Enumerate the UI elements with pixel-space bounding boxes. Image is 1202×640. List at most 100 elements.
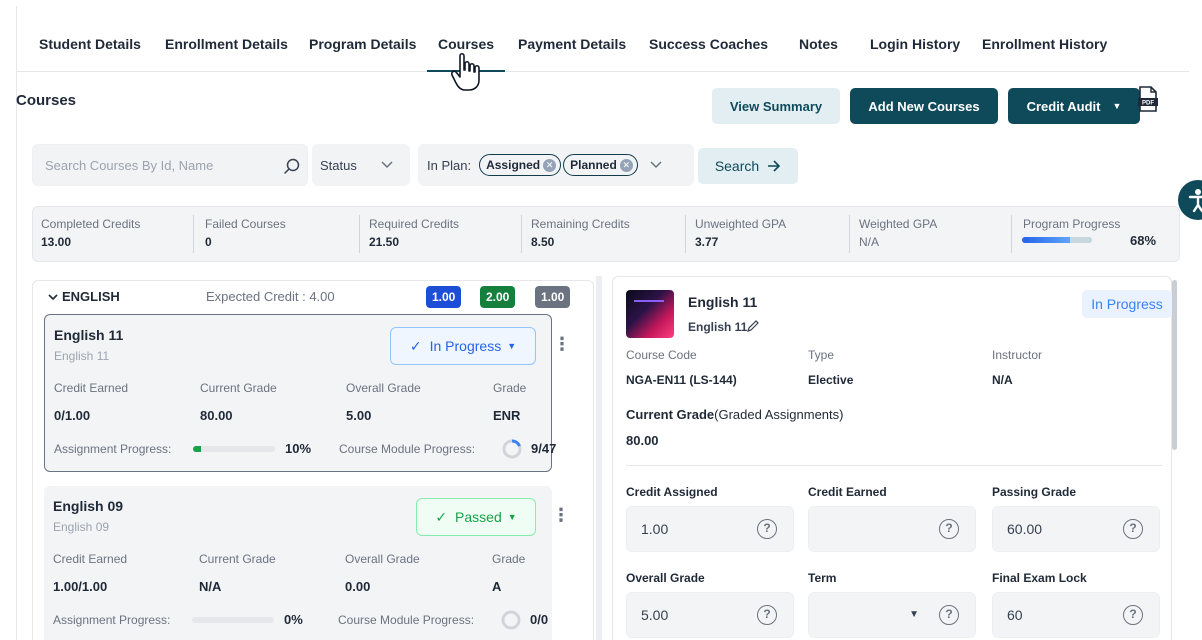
credit-earned-value: 1.00/1.00: [53, 579, 108, 594]
accessibility-button[interactable]: [1178, 180, 1202, 220]
course-subtitle: English 11: [54, 349, 110, 363]
chip-assigned[interactable]: Assigned ✕: [479, 154, 562, 176]
module-progress-label: Course Module Progress:: [339, 442, 476, 456]
add-new-courses-button[interactable]: Add New Courses: [850, 88, 998, 124]
tab-payment-details[interactable]: Payment Details: [518, 36, 626, 52]
final-exam-lock-field[interactable]: 60 ?: [992, 592, 1160, 638]
assignment-progress-value: 10%: [285, 441, 312, 456]
passing-grade-field[interactable]: 60.00 ?: [992, 506, 1160, 552]
status-label: Passed: [455, 509, 502, 525]
accessibility-icon: [1188, 189, 1202, 213]
tab-bar: Student Details Enrollment Details Progr…: [17, 6, 1189, 72]
stat-value: 21.50: [369, 235, 400, 249]
credit-earned-label: Credit Earned: [54, 381, 129, 395]
term-select[interactable]: ▼ ?: [808, 592, 976, 638]
assignment-progress-bar: [192, 617, 274, 623]
stat-weighted-gpa: Weighted GPA N/A: [859, 217, 937, 249]
overall-grade-value: 5.00: [346, 408, 372, 423]
stat-label: Remaining Credits: [531, 217, 630, 231]
stat-value: N/A: [859, 235, 880, 249]
assignment-progress-label: Assignment Progress:: [54, 442, 172, 456]
credit-earned-field[interactable]: ?: [808, 506, 976, 552]
tab-program-details[interactable]: Program Details: [309, 36, 416, 52]
status-dropdown-passed[interactable]: ✓ Passed ▼: [416, 498, 536, 536]
program-progress-fill: [1022, 237, 1070, 243]
assignment-progress-fill: [193, 446, 202, 452]
help-icon[interactable]: ?: [1123, 605, 1143, 625]
tab-courses[interactable]: Courses: [438, 36, 494, 52]
detail-status-badge: In Progress: [1082, 290, 1172, 318]
overall-grade-value: 5.00: [641, 607, 669, 623]
divider: [359, 215, 360, 253]
current-grade-value: 80.00: [626, 433, 659, 448]
credit-audit-label: Credit Audit: [1026, 98, 1101, 114]
check-icon: ✓: [435, 508, 448, 525]
chevron-down-icon: [381, 161, 393, 169]
assignment-progress-value: 0%: [284, 612, 303, 627]
passing-grade-value: 60.00: [1007, 521, 1043, 537]
close-icon[interactable]: ✕: [543, 158, 557, 172]
course-card[interactable]: English 11 English 11 ✓ In Progress ▼ ⋮ …: [44, 314, 571, 472]
help-icon[interactable]: ?: [1123, 519, 1143, 539]
overall-grade-field[interactable]: 5.00 ?: [626, 592, 794, 638]
divider: [1011, 215, 1012, 253]
course-subtitle: English 09: [53, 520, 110, 534]
current-grade-heading-note: (Graded Assignments): [714, 407, 844, 422]
course-card[interactable]: English 09 English 09 ✓ Passed ▼ ⋮ Credi…: [44, 486, 570, 640]
group-toggle[interactable]: ENGLISH: [48, 289, 120, 304]
help-icon[interactable]: ?: [939, 605, 959, 625]
credit-pill-remaining: 1.00: [535, 286, 571, 308]
module-progress-value: 9/47: [531, 441, 557, 456]
tab-login-history[interactable]: Login History: [870, 36, 960, 52]
stat-label: Weighted GPA: [859, 217, 938, 231]
search-box: [32, 144, 308, 186]
chip-planned[interactable]: Planned ✕: [563, 154, 638, 176]
overall-grade-value: 0.00: [345, 579, 371, 594]
close-icon[interactable]: ✕: [619, 158, 633, 172]
tab-enrollment-details[interactable]: Enrollment Details: [165, 36, 288, 52]
divider: [626, 465, 1162, 466]
stat-value: 0: [205, 235, 212, 249]
pdf-label: PDF: [1142, 101, 1154, 107]
more-options-icon[interactable]: ⋮: [553, 334, 571, 355]
more-options-icon[interactable]: ⋮: [552, 505, 570, 526]
overall-grade-label: Overall Grade: [346, 381, 421, 395]
stat-remaining-credits: Remaining Credits 8.50: [531, 217, 630, 249]
grade-value: ENR: [493, 408, 521, 423]
search-button-label: Search: [714, 158, 760, 174]
module-progress-ring-icon: [501, 610, 521, 630]
help-icon[interactable]: ?: [757, 605, 777, 625]
tab-notes[interactable]: Notes: [799, 36, 838, 52]
help-icon[interactable]: ?: [757, 519, 777, 539]
detail-title: English 11: [688, 294, 758, 310]
course-code-label: Course Code: [626, 348, 697, 362]
tab-success-coaches[interactable]: Success Coaches: [649, 36, 768, 52]
stats-bar: Completed Credits 13.00 Failed Courses 0…: [32, 206, 1180, 262]
chevron-down-icon[interactable]: [650, 161, 662, 169]
pdf-icon[interactable]: PDF: [1138, 86, 1158, 112]
in-plan-filter[interactable]: In Plan: Assigned ✕ Planned ✕: [418, 144, 694, 186]
current-grade-label: Current Grade: [199, 552, 276, 566]
term-label: Term: [808, 571, 837, 585]
search-icon[interactable]: [283, 157, 301, 175]
view-summary-button[interactable]: View Summary: [712, 88, 840, 124]
edit-icon[interactable]: [746, 319, 760, 333]
status-dropdown-in-progress[interactable]: ✓ In Progress ▼: [390, 327, 536, 365]
credit-audit-button[interactable]: Credit Audit ▼: [1008, 88, 1140, 124]
caret-down-icon: ▼: [507, 512, 517, 522]
detail-scrollbar[interactable]: [1172, 280, 1177, 450]
caret-down-icon: ▼: [909, 609, 919, 620]
search-button[interactable]: Search: [698, 148, 798, 184]
program-progress-value: 68%: [1130, 233, 1157, 248]
module-progress-value: 0/0: [530, 612, 549, 627]
tab-student-details[interactable]: Student Details: [39, 36, 141, 52]
search-input[interactable]: [45, 155, 265, 175]
credit-assigned-value: 1.00: [641, 521, 669, 537]
panel-splitter[interactable]: [596, 276, 602, 640]
stat-label: Failed Courses: [205, 217, 286, 231]
tab-enrollment-history[interactable]: Enrollment History: [982, 36, 1107, 52]
credit-assigned-field[interactable]: 1.00 ?: [626, 506, 794, 552]
help-icon[interactable]: ?: [939, 519, 959, 539]
in-plan-label: In Plan:: [427, 157, 472, 173]
status-dropdown[interactable]: Status: [312, 144, 410, 186]
